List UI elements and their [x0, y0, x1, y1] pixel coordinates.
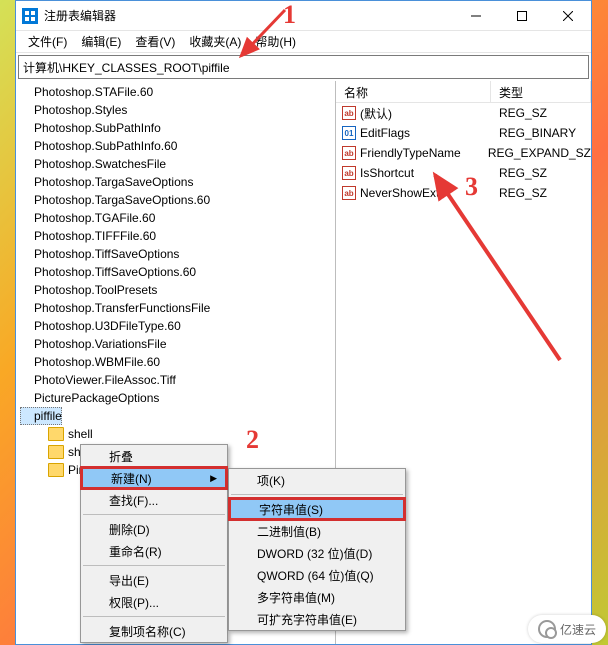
tree-item[interactable]: Photoshop.SubPathInfo: [20, 119, 335, 137]
value-name: FriendlyTypeName: [360, 146, 461, 160]
tree-item[interactable]: Photoshop.ToolPresets: [20, 281, 335, 299]
menu-item[interactable]: 字符串值(S): [229, 498, 405, 520]
tree-item[interactable]: Photoshop.SwatchesFile: [20, 155, 335, 173]
address-text: 计算机\HKEY_CLASSES_ROOT\piffile: [23, 59, 230, 76]
folder-icon: [48, 445, 64, 459]
close-button[interactable]: [545, 1, 591, 31]
reg-value-icon: ab: [342, 106, 356, 120]
minimize-button[interactable]: [453, 1, 499, 31]
logo-text: 亿速云: [560, 621, 596, 638]
menu-item[interactable]: 删除(D): [81, 518, 227, 540]
menu-edit[interactable]: 编辑(E): [75, 31, 127, 52]
tree-item[interactable]: Photoshop.SubPathInfo.60: [20, 137, 335, 155]
logo-icon: [538, 620, 556, 638]
value-type: REG_SZ: [491, 186, 591, 200]
tree-item[interactable]: Photoshop.TargaSaveOptions.60: [20, 191, 335, 209]
menu-item[interactable]: 导出(E): [81, 569, 227, 591]
list-row[interactable]: ab (默认) REG_SZ: [336, 103, 591, 123]
value-type: REG_EXPAND_SZ: [480, 146, 591, 160]
reg-value-icon: ab: [342, 166, 356, 180]
value-type: REG_BINARY: [491, 126, 591, 140]
menu-view[interactable]: 查看(V): [129, 31, 181, 52]
tree-item[interactable]: Photoshop.U3DFileType.60: [20, 317, 335, 335]
list-row[interactable]: ab IsShortcut REG_SZ: [336, 163, 591, 183]
tree-item[interactable]: Photoshop.STAFile.60: [20, 83, 335, 101]
menu-item[interactable]: 权限(P)...: [81, 591, 227, 613]
menu-file[interactable]: 文件(F): [22, 31, 73, 52]
menu-item[interactable]: DWORD (32 位)值(D): [229, 542, 405, 564]
menu-item[interactable]: 可扩充字符串值(E): [229, 608, 405, 630]
tree-item[interactable]: shell: [20, 425, 335, 443]
menu-item[interactable]: 重命名(R): [81, 540, 227, 562]
watermark-logo: 亿速云: [528, 615, 606, 643]
value-name: EditFlags: [360, 126, 410, 140]
tree-item-selected[interactable]: piffile: [20, 407, 62, 425]
folder-icon: [48, 427, 64, 441]
titlebar: 注册表编辑器: [16, 1, 591, 31]
menu-help[interactable]: 帮助(H): [249, 31, 302, 52]
tree-item[interactable]: Photoshop.TiffSaveOptions.60: [20, 263, 335, 281]
tree-item[interactable]: PhotoViewer.FileAssoc.Tiff: [20, 371, 335, 389]
menu-item[interactable]: 折叠: [81, 445, 227, 467]
tree-item[interactable]: Photoshop.TargaSaveOptions: [20, 173, 335, 191]
value-name: (默认): [360, 105, 392, 122]
tree-item[interactable]: Photoshop.TIFFFile.60: [20, 227, 335, 245]
list-row[interactable]: ab NeverShowExt REG_SZ: [336, 183, 591, 203]
reg-value-icon: ab: [342, 146, 356, 160]
tree-item[interactable]: Photoshop.TGAFile.60: [20, 209, 335, 227]
col-name[interactable]: 名称: [336, 81, 491, 102]
tree-item[interactable]: Photoshop.WBMFile.60: [20, 353, 335, 371]
list-row[interactable]: 01 EditFlags REG_BINARY: [336, 123, 591, 143]
folder-icon: [48, 463, 64, 477]
context-menu-2: 项(K) 字符串值(S)二进制值(B)DWORD (32 位)值(D)QWORD …: [228, 468, 406, 631]
menu-fav[interactable]: 收藏夹(A): [183, 31, 247, 52]
maximize-button[interactable]: [499, 1, 545, 31]
col-type[interactable]: 类型: [491, 81, 591, 102]
tree-item[interactable]: Photoshop.TransferFunctionsFile: [20, 299, 335, 317]
context-menu-1: 折叠新建(N)▶查找(F)... 删除(D)重命名(R) 导出(E)权限(P)...…: [80, 444, 228, 643]
tree-item[interactable]: Photoshop.TiffSaveOptions: [20, 245, 335, 263]
menu-item[interactable]: 复制项名称(C): [81, 620, 227, 642]
value-type: REG_SZ: [491, 106, 591, 120]
tree-item[interactable]: PicturePackageOptions: [20, 389, 335, 407]
menu-item[interactable]: 新建(N)▶: [81, 467, 227, 489]
list-header: 名称 类型: [336, 81, 591, 103]
value-name: NeverShowExt: [360, 186, 439, 200]
value-type: REG_SZ: [491, 166, 591, 180]
reg-value-icon: 01: [342, 126, 356, 140]
reg-value-icon: ab: [342, 186, 356, 200]
address-bar[interactable]: 计算机\HKEY_CLASSES_ROOT\piffile: [18, 55, 589, 79]
menu-item[interactable]: QWORD (64 位)值(Q): [229, 564, 405, 586]
value-name: IsShortcut: [360, 166, 414, 180]
app-icon: [22, 8, 38, 24]
menu-item[interactable]: 查找(F)...: [81, 489, 227, 511]
menu-item[interactable]: 项(K): [229, 469, 405, 491]
menubar: 文件(F) 编辑(E) 查看(V) 收藏夹(A) 帮助(H): [16, 31, 591, 53]
tree-item[interactable]: Photoshop.VariationsFile: [20, 335, 335, 353]
tree-item[interactable]: Photoshop.Styles: [20, 101, 335, 119]
menu-item[interactable]: 多字符串值(M): [229, 586, 405, 608]
window-title: 注册表编辑器: [44, 7, 116, 24]
menu-item[interactable]: 二进制值(B): [229, 520, 405, 542]
list-row[interactable]: ab FriendlyTypeName REG_EXPAND_SZ: [336, 143, 591, 163]
